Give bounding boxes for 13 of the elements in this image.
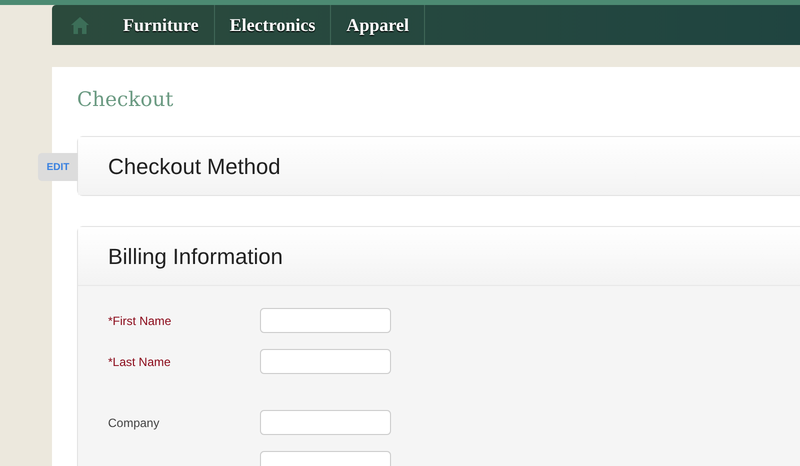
step-header[interactable]: Checkout Method xyxy=(78,137,800,195)
nav-link[interactable]: Electronics xyxy=(214,5,332,45)
field-label: *Last Name xyxy=(108,354,172,370)
step-header[interactable]: Billing Information xyxy=(78,227,800,285)
page-title: Checkout xyxy=(77,87,174,111)
text-input-field[interactable] xyxy=(260,349,391,374)
home-icon xyxy=(71,16,89,34)
nav-link[interactable]: Furniture xyxy=(108,5,215,45)
nav-link[interactable]: Apparel xyxy=(331,5,426,45)
text-input-field[interactable] xyxy=(260,410,391,435)
text-input-field[interactable] xyxy=(260,308,391,333)
field-label: *First Name xyxy=(108,312,172,330)
field-label: Company xyxy=(108,414,160,432)
